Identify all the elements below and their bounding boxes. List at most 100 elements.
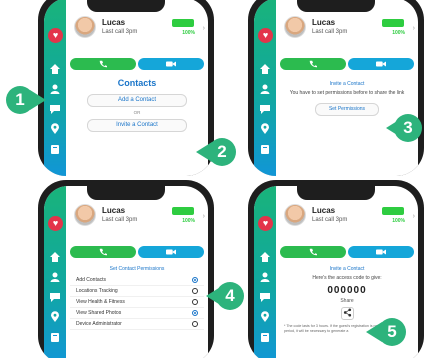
- video-call-button[interactable]: [348, 246, 414, 258]
- phone-screen-permissions: ♥ Lucas Last call 3pm 100% › Set Contact…: [38, 180, 214, 358]
- heart-icon[interactable]: ♥: [258, 216, 273, 231]
- battery-percent: 100%: [182, 218, 195, 224]
- invite-title: Invite a Contact: [329, 266, 365, 272]
- notch: [87, 0, 165, 12]
- sidebar: ♥: [44, 186, 66, 358]
- video-camera-icon: [376, 249, 386, 255]
- phone-screen-contacts: ♥ Lucas Last call 3pm 100% › Contacts Ad…: [38, 0, 214, 176]
- heart-icon[interactable]: ♥: [48, 28, 63, 43]
- heart-icon[interactable]: ♥: [48, 216, 63, 231]
- battery-icon: [382, 19, 404, 27]
- step-badge-1: 1: [6, 86, 34, 114]
- invite-contact-button[interactable]: Invite a Contact: [87, 119, 187, 132]
- chat-icon[interactable]: [48, 102, 62, 116]
- last-call: Last call 3pm: [312, 29, 348, 35]
- step-badge-4: 4: [216, 282, 244, 310]
- phone-book-icon[interactable]: [48, 142, 62, 156]
- permission-row[interactable]: Device Administrator: [70, 319, 204, 330]
- call-buttons: [70, 246, 204, 258]
- chevron-right-icon[interactable]: ›: [203, 25, 205, 32]
- battery-icon: [172, 207, 194, 215]
- permission-row[interactable]: Locations Tracking: [70, 286, 204, 297]
- screen: ♥ Lucas Last call 3pm 100% › Set Contact…: [44, 186, 208, 358]
- permission-label: View Health & Fitness: [76, 299, 125, 305]
- heart-icon[interactable]: ♥: [258, 28, 273, 43]
- contact-name: Lucas: [312, 18, 336, 27]
- notch: [297, 0, 375, 12]
- location-icon[interactable]: [258, 122, 272, 136]
- home-icon[interactable]: [258, 62, 272, 76]
- voice-call-button[interactable]: [280, 246, 346, 258]
- phone-icon: [99, 60, 107, 68]
- phone-book-icon[interactable]: [48, 330, 62, 344]
- sidebar: ♥: [254, 186, 276, 358]
- phone-book-icon[interactable]: [258, 330, 272, 344]
- permission-radio[interactable]: [192, 277, 198, 283]
- voice-call-button[interactable]: [70, 246, 136, 258]
- battery-icon: [172, 19, 194, 27]
- video-call-button[interactable]: [138, 58, 204, 70]
- contacts-icon[interactable]: [48, 82, 62, 96]
- chevron-right-icon[interactable]: ›: [413, 25, 415, 32]
- phone-book-icon[interactable]: [258, 142, 272, 156]
- permission-radio[interactable]: [192, 321, 198, 327]
- avatar: [74, 16, 96, 38]
- contacts-icon[interactable]: [258, 82, 272, 96]
- chat-icon[interactable]: [48, 290, 62, 304]
- or-divider: OR: [133, 110, 141, 115]
- voice-call-button[interactable]: [70, 58, 136, 70]
- add-contact-button[interactable]: Add a Contact: [87, 94, 187, 107]
- screen: ♥ Lucas Last call 3pm 100% › Contacts Ad…: [44, 0, 208, 176]
- battery-percent: 100%: [182, 30, 195, 36]
- permissions-note: You have to set permissions before to sh…: [289, 90, 405, 96]
- phone-icon: [99, 248, 107, 256]
- permission-label: View Shared Photos: [76, 310, 122, 316]
- video-call-button[interactable]: [138, 246, 204, 258]
- voice-call-button[interactable]: [280, 58, 346, 70]
- home-icon[interactable]: [48, 250, 62, 264]
- video-camera-icon: [166, 249, 176, 255]
- chat-icon[interactable]: [258, 102, 272, 116]
- permissions-panel: Set Contact Permissions Add Contacts Loc…: [70, 264, 204, 358]
- last-call: Last call 3pm: [312, 217, 348, 223]
- call-buttons: [280, 58, 414, 70]
- contacts-title: Contacts: [117, 78, 157, 88]
- home-icon[interactable]: [258, 250, 272, 264]
- last-call: Last call 3pm: [102, 29, 138, 35]
- screen: ♥ Lucas Last call 3pm 100% › Invite a Co…: [254, 0, 418, 176]
- permission-row[interactable]: View Health & Fitness: [70, 297, 204, 308]
- permissions-title: Set Contact Permissions: [109, 266, 165, 272]
- video-camera-icon: [166, 61, 176, 67]
- avatar: [284, 204, 306, 226]
- home-icon[interactable]: [48, 62, 62, 76]
- location-icon[interactable]: [48, 122, 62, 136]
- contacts-icon[interactable]: [258, 270, 272, 284]
- phone-screen-invite: ♥ Lucas Last call 3pm 100% › Invite a Co…: [248, 0, 424, 176]
- permission-radio[interactable]: [192, 299, 198, 305]
- battery-percent: 100%: [392, 30, 405, 36]
- chevron-right-icon[interactable]: ›: [203, 213, 205, 220]
- contacts-icon[interactable]: [48, 270, 62, 284]
- location-icon[interactable]: [48, 310, 62, 324]
- permissions-list: Add Contacts Locations Tracking View Hea…: [70, 275, 204, 330]
- access-code: 000000: [327, 285, 367, 296]
- step-badge-2: 2: [208, 138, 236, 166]
- share-icon[interactable]: [340, 307, 354, 320]
- location-icon[interactable]: [258, 310, 272, 324]
- permission-row[interactable]: View Shared Photos: [70, 308, 204, 319]
- phone-icon: [309, 248, 317, 256]
- chat-icon[interactable]: [258, 290, 272, 304]
- permission-radio[interactable]: [192, 288, 198, 294]
- step-badge-3: 3: [394, 114, 422, 142]
- permission-label: Device Administrator: [76, 321, 122, 327]
- contact-name: Lucas: [102, 206, 126, 215]
- permission-radio[interactable]: [192, 310, 198, 316]
- phone-icon: [309, 60, 317, 68]
- permission-row[interactable]: Add Contacts: [70, 275, 204, 286]
- battery-percent: 100%: [392, 218, 405, 224]
- chevron-right-icon[interactable]: ›: [413, 213, 415, 220]
- permission-label: Add Contacts: [76, 277, 107, 283]
- set-permissions-button[interactable]: Set Permissions: [315, 103, 379, 116]
- share-label: Share: [340, 298, 354, 304]
- video-call-button[interactable]: [348, 58, 414, 70]
